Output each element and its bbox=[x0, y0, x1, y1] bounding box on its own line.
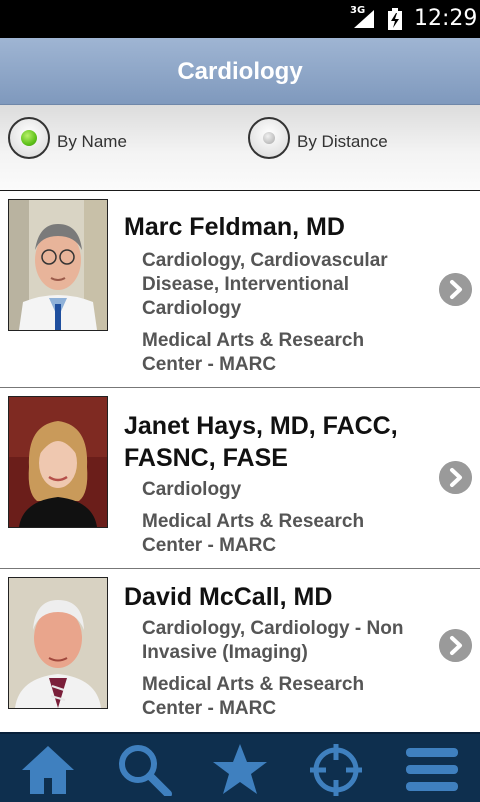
doctor-row[interactable]: Janet Hays, MD, FACC, FASNC, FASE Cardio… bbox=[0, 388, 480, 569]
doctor-row[interactable]: David McCall, MD Cardiology, Cardiology … bbox=[0, 569, 480, 732]
chevron-right-icon[interactable] bbox=[439, 273, 472, 306]
title-bar: Cardiology bbox=[0, 38, 480, 105]
sort-by-distance-label[interactable]: By Distance bbox=[297, 132, 388, 152]
locate-icon[interactable] bbox=[306, 742, 366, 796]
doctor-specialty: Cardiology bbox=[142, 479, 242, 500]
sort-by-distance-radio[interactable] bbox=[248, 117, 290, 159]
doctor-list: Marc Feldman, MD Cardiology, Cardiovascu… bbox=[0, 191, 480, 732]
doctor-name: Marc Feldman, MD bbox=[124, 213, 345, 241]
doctor-location: Medical Arts & Research Center - MARC bbox=[142, 330, 365, 375]
home-icon[interactable] bbox=[18, 742, 78, 796]
chevron-right-icon[interactable] bbox=[439, 461, 472, 494]
doctor-photo bbox=[8, 396, 108, 528]
battery-icon bbox=[388, 8, 402, 30]
radio-selected-dot bbox=[21, 130, 37, 146]
sort-by-name-label[interactable]: By Name bbox=[57, 132, 127, 152]
sort-by-name-radio[interactable] bbox=[8, 117, 50, 159]
doctor-photo bbox=[8, 199, 108, 331]
doctor-row[interactable]: Marc Feldman, MD Cardiology, Cardiovascu… bbox=[0, 191, 480, 388]
doctor-name: Janet Hays, MD, FACC, FASNC, FASE bbox=[124, 412, 398, 472]
doctor-specialty: Cardiology, Cardiovascular Disease, Inte… bbox=[142, 250, 388, 319]
doctor-name: David McCall, MD bbox=[124, 583, 333, 611]
radio-unselected-dot bbox=[263, 132, 275, 144]
doctor-location: Medical Arts & Research Center - MARC bbox=[142, 674, 365, 719]
chevron-right-icon[interactable] bbox=[439, 629, 472, 662]
doctor-location: Medical Arts & Research Center - MARC bbox=[142, 511, 365, 556]
clock: 12:29 bbox=[414, 6, 478, 31]
menu-icon[interactable] bbox=[402, 742, 462, 796]
doctor-specialty: Cardiology, Cardiology - Non Invasive (I… bbox=[142, 618, 404, 663]
page-title: Cardiology bbox=[177, 58, 303, 85]
status-bar: 3G 12:29 bbox=[0, 0, 480, 38]
bottom-tab-bar bbox=[0, 732, 480, 802]
star-icon[interactable] bbox=[210, 742, 270, 796]
signal-icon bbox=[354, 10, 374, 28]
doctor-photo bbox=[8, 577, 108, 709]
sort-options: By Name By Distance bbox=[0, 105, 480, 191]
search-icon[interactable] bbox=[114, 742, 174, 796]
